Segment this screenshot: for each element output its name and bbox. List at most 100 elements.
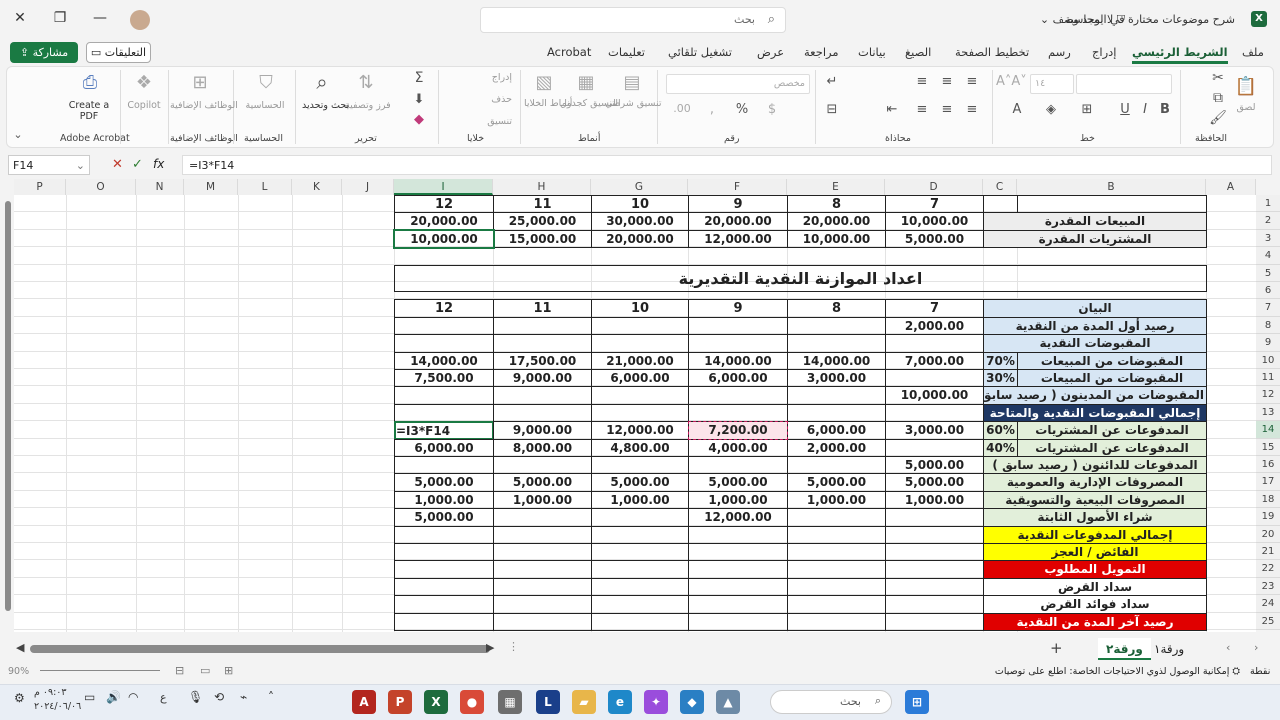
cell-h13[interactable] — [493, 403, 592, 423]
cell-i3[interactable]: 10,000.00 — [394, 229, 494, 249]
column-header-d[interactable]: D — [885, 179, 983, 195]
cell-d3[interactable]: 5,000.00 — [885, 229, 984, 249]
find-icon[interactable]: ⌕ — [308, 70, 336, 94]
cell-g17[interactable]: 5,000.00 — [591, 473, 689, 492]
cell-g19[interactable] — [591, 508, 689, 527]
cell-f9[interactable] — [688, 334, 788, 353]
cell-i22[interactable] — [394, 560, 494, 579]
tab-home[interactable]: الشريط الرئيسي — [1132, 45, 1228, 64]
widget-icon[interactable]: ▲ — [716, 690, 740, 714]
minimize-icon[interactable]: — — [88, 10, 112, 30]
start-icon[interactable]: ⊞ — [905, 690, 929, 714]
cell-b3-label[interactable]: المشتريات المقدرة — [983, 229, 1207, 249]
cell-d22[interactable] — [885, 560, 984, 579]
scroll-right-icon[interactable]: ▶ — [486, 641, 494, 654]
cell-d14[interactable]: 3,000.00 — [885, 421, 984, 440]
comma-style-icon[interactable]: , — [700, 102, 724, 117]
horizontal-scrollbar[interactable] — [30, 645, 490, 653]
file-explorer-icon[interactable]: ▰ — [572, 690, 596, 714]
tab-help[interactable]: تعليمات — [608, 45, 645, 59]
pdf-icon[interactable]: ⎙ — [76, 72, 104, 93]
page-layout-view-icon[interactable]: ▭ — [200, 664, 210, 677]
share-button[interactable]: ⇪ مشاركة — [10, 42, 78, 63]
cell-e24[interactable] — [787, 595, 886, 614]
row-label[interactable]: المصروفات الإدارية والعمومية — [983, 473, 1207, 492]
row-label[interactable]: الفائض / العجز — [983, 543, 1207, 562]
row-header-17[interactable]: 17 — [1256, 473, 1280, 491]
cell-g15[interactable]: 4,800.00 — [591, 438, 689, 457]
borders-icon[interactable]: ⊞ — [1076, 102, 1098, 117]
cell-f19[interactable]: 12,000.00 — [688, 508, 788, 527]
copilot-icon[interactable]: ❖ — [130, 72, 158, 93]
cell-f23[interactable] — [688, 577, 788, 597]
cell-f21[interactable] — [688, 543, 788, 562]
row-label[interactable]: المقبوضات من المبيعات — [1017, 369, 1207, 388]
column-header-n[interactable]: N — [136, 179, 184, 195]
chevron-up-icon[interactable]: ˄ — [268, 690, 274, 704]
cell-i14[interactable]: =I3*F14 — [394, 421, 494, 440]
cell-e12[interactable] — [787, 386, 886, 405]
percent-icon[interactable]: % — [730, 102, 754, 117]
row-header-14[interactable]: 14 — [1256, 421, 1280, 439]
underline-icon[interactable]: U — [1116, 102, 1134, 117]
scrollbar-thumb[interactable] — [5, 201, 11, 611]
wifi-icon[interactable]: ◠ — [128, 690, 138, 704]
cell-e13[interactable] — [787, 403, 886, 423]
row-label[interactable]: رصيد أول المدة من النقدية — [983, 316, 1207, 336]
merge-center-icon[interactable]: ⊟ — [820, 102, 844, 117]
cell-g7[interactable]: 10 — [591, 299, 689, 318]
cell-g16[interactable] — [591, 456, 689, 475]
cell-h20[interactable] — [493, 525, 592, 544]
cell-f13[interactable] — [688, 403, 788, 423]
clear-icon[interactable]: ◆ — [408, 112, 430, 127]
column-header-p[interactable]: P — [14, 179, 66, 195]
tab-insert[interactable]: إدراج — [1092, 45, 1117, 59]
edge-icon[interactable]: e — [608, 690, 632, 714]
cell-i8[interactable] — [394, 316, 494, 336]
indent-icon[interactable]: ⇤ — [880, 102, 904, 117]
italic-icon[interactable]: I — [1136, 102, 1154, 117]
cell-i9[interactable] — [394, 334, 494, 353]
cell-i25[interactable] — [394, 612, 494, 631]
cell-f24[interactable] — [688, 595, 788, 614]
cell-d9[interactable] — [885, 334, 984, 353]
bold-icon[interactable]: B — [1156, 102, 1174, 117]
fill-icon[interactable]: ⬇ — [408, 92, 430, 107]
cell-f17[interactable]: 5,000.00 — [688, 473, 788, 492]
cell-f22[interactable] — [688, 560, 788, 579]
cell-e11[interactable]: 3,000.00 — [787, 369, 886, 388]
cell-i7[interactable]: 12 — [394, 299, 494, 318]
cell-d18[interactable]: 1,000.00 — [885, 490, 984, 510]
store-icon[interactable]: ◆ — [680, 690, 704, 714]
cell-i1[interactable]: 12 — [394, 195, 494, 214]
cell-c1[interactable] — [983, 195, 1018, 214]
row-header-16[interactable]: 16 — [1256, 456, 1280, 474]
column-header-f[interactable]: F — [688, 179, 787, 195]
cell-f3[interactable]: 12,000.00 — [688, 229, 788, 249]
paste-icon[interactable]: 📋 — [1232, 76, 1260, 97]
row-label[interactable]: رصيد آخر المدة من النقدية — [983, 612, 1207, 631]
row-header-1[interactable]: 1 — [1256, 195, 1280, 213]
column-header-g[interactable]: G — [591, 179, 688, 195]
currency-icon[interactable]: $ — [760, 102, 784, 117]
format-as-table-icon[interactable]: ▦ — [572, 72, 600, 93]
column-header-c[interactable]: C — [983, 179, 1017, 195]
row-label[interactable]: المدفوعات عن المشتريات — [1017, 421, 1207, 440]
number-format-dropdown[interactable]: مخصص — [666, 74, 810, 94]
cell-i20[interactable] — [394, 525, 494, 544]
clock-date[interactable]: ٢٠٢٤/٠٦/٠٦ — [34, 701, 81, 712]
column-header-m[interactable]: M — [184, 179, 238, 195]
cell-h25[interactable] — [493, 612, 592, 631]
cell-i18[interactable]: 1,000.00 — [394, 490, 494, 510]
cell-d21[interactable] — [885, 543, 984, 562]
cell-i13[interactable] — [394, 403, 494, 423]
tab-file[interactable]: ملف — [1242, 45, 1264, 59]
cell-i10[interactable]: 14,000.00 — [394, 351, 494, 370]
insert-cells-button[interactable]: إدراج — [448, 72, 512, 83]
cell-g13[interactable] — [591, 403, 689, 423]
cell-h10[interactable]: 17,500.00 — [493, 351, 592, 370]
worksheet-grid[interactable]: 12 11 10 9 8 7 20,000.00 25,000.00 30,000.00 20,0… — [14, 195, 1256, 632]
cell-i16[interactable] — [394, 456, 494, 475]
cell-g11[interactable]: 6,000.00 — [591, 369, 689, 388]
cell-styles-icon[interactable]: ▧ — [530, 72, 558, 93]
